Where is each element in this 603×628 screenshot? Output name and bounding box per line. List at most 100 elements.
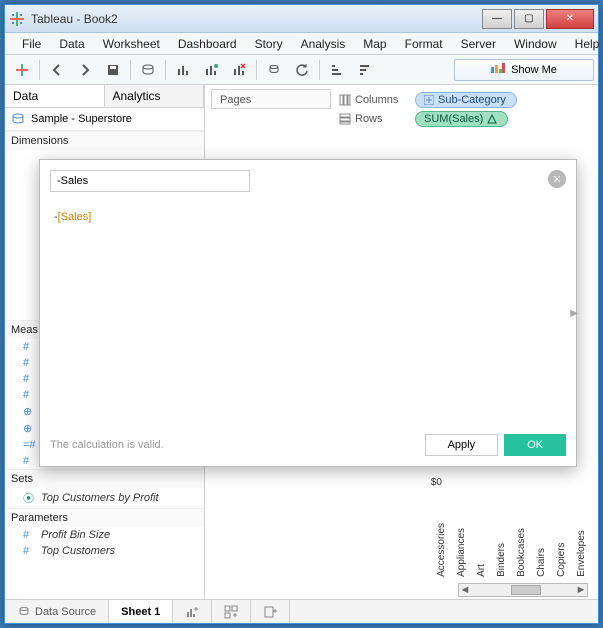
- number-icon: #: [23, 357, 35, 369]
- show-me-icon: [491, 63, 505, 76]
- datasource-name: Sample - Superstore: [31, 113, 132, 125]
- menu-map[interactable]: Map: [354, 35, 395, 53]
- calc-status: The calculation is valid.: [50, 439, 419, 451]
- toolbar-separator: [39, 60, 40, 80]
- cat-label: Chairs: [536, 523, 552, 577]
- sets-header: Sets: [5, 469, 204, 488]
- new-worksheet-button[interactable]: [170, 58, 196, 82]
- new-datasource-button[interactable]: [135, 58, 161, 82]
- rows-label: Rows: [339, 113, 409, 125]
- category-labels: Accessories Appliances Art Binders Bookc…: [436, 523, 592, 577]
- set-icon: ⦿: [23, 490, 35, 506]
- shelf-area: Pages Columns Sub-Category Rows: [205, 85, 598, 134]
- duplicate-button[interactable]: [198, 58, 224, 82]
- datasource-icon: [11, 112, 25, 126]
- rows-pill[interactable]: SUM(Sales): [415, 111, 508, 127]
- horizontal-scrollbar[interactable]: ◄ ►: [458, 583, 588, 597]
- new-worksheet-tab[interactable]: [173, 600, 212, 623]
- titlebar: Tableau - Book2 — ▢ ✕: [5, 5, 598, 33]
- menu-server[interactable]: Server: [452, 35, 505, 53]
- cat-label: Accessories: [436, 523, 452, 577]
- parameters-header: Parameters: [5, 508, 204, 527]
- dimensions-header: Dimensions: [5, 131, 204, 150]
- datasource-row[interactable]: Sample - Superstore: [5, 108, 204, 131]
- scroll-left-arrow[interactable]: ◄: [459, 584, 471, 596]
- new-story-tab[interactable]: [251, 600, 290, 623]
- close-button[interactable]: ✕: [546, 9, 594, 29]
- delta-icon: [487, 114, 497, 124]
- app-icon: [9, 11, 25, 27]
- menu-dashboard[interactable]: Dashboard: [169, 35, 246, 53]
- save-button[interactable]: [100, 58, 126, 82]
- menu-analysis[interactable]: Analysis: [292, 35, 355, 53]
- chart-axis-area: $0 Accessories Appliances Art Binders Bo…: [425, 477, 592, 597]
- cat-label: Art: [476, 523, 492, 577]
- clear-button[interactable]: [226, 58, 252, 82]
- columns-label: Columns: [339, 94, 409, 106]
- dialog-footer: The calculation is valid. Apply OK: [50, 434, 566, 456]
- number-icon: #: [23, 545, 35, 557]
- toolbar-separator: [256, 60, 257, 80]
- cat-label: Binders: [496, 523, 512, 577]
- maximize-button[interactable]: ▢: [514, 9, 544, 29]
- cat-label: Appliances: [456, 523, 472, 577]
- forward-button[interactable]: [72, 58, 98, 82]
- tableau-window: Tableau - Book2 — ▢ ✕ File Data Workshee…: [4, 4, 599, 624]
- scroll-right-arrow[interactable]: ►: [575, 584, 587, 596]
- dialog-close-button[interactable]: ✕: [548, 170, 566, 188]
- show-me-label: Show Me: [511, 64, 557, 76]
- menu-file[interactable]: File: [13, 35, 50, 53]
- calc-icon: =#: [23, 439, 35, 451]
- new-dashboard-tab[interactable]: [212, 600, 251, 623]
- side-tabs: Data Analytics: [5, 85, 204, 108]
- sheet-tab[interactable]: Sheet 1: [109, 600, 173, 623]
- toolbar-separator: [165, 60, 166, 80]
- tab-analytics[interactable]: Analytics: [105, 85, 205, 107]
- number-icon: #: [23, 389, 35, 401]
- swap-button[interactable]: [261, 58, 287, 82]
- calculation-dialog: ✕ -[Sales] ▶ The calculation is valid. A…: [39, 159, 577, 467]
- menubar: File Data Worksheet Dashboard Story Anal…: [5, 33, 598, 55]
- columns-shelf[interactable]: Columns Sub-Category: [339, 92, 592, 108]
- param-item[interactable]: Profit Bin Size: [41, 529, 110, 541]
- back-button[interactable]: [44, 58, 70, 82]
- ok-button[interactable]: OK: [504, 434, 566, 456]
- toolbar: Show Me: [5, 55, 598, 85]
- param-item[interactable]: Top Customers: [41, 545, 115, 557]
- expand-dialog-arrow[interactable]: ▶: [570, 308, 578, 319]
- menu-worksheet[interactable]: Worksheet: [94, 35, 169, 53]
- calc-name-input[interactable]: [50, 170, 250, 192]
- cat-label: Envelopes: [576, 523, 592, 577]
- geo-icon: ⊕: [23, 405, 35, 418]
- number-icon: #: [23, 455, 35, 467]
- tableau-logo-icon[interactable]: [9, 58, 35, 82]
- show-me-button[interactable]: Show Me: [454, 59, 594, 81]
- rows-shelf[interactable]: Rows SUM(Sales): [339, 111, 592, 127]
- menu-help[interactable]: Help: [566, 35, 603, 53]
- menu-format[interactable]: Format: [396, 35, 452, 53]
- sort-asc-button[interactable]: [324, 58, 350, 82]
- calc-formula-editor[interactable]: -[Sales]: [50, 206, 566, 416]
- cat-label: Copiers: [556, 523, 572, 577]
- number-icon: #: [23, 341, 35, 353]
- scroll-thumb[interactable]: [511, 585, 541, 595]
- cat-label: Bookcases: [516, 523, 532, 577]
- number-icon: #: [23, 529, 35, 541]
- apply-button[interactable]: Apply: [425, 434, 499, 456]
- columns-pill[interactable]: Sub-Category: [415, 92, 517, 108]
- refresh-button[interactable]: [289, 58, 315, 82]
- new-story-icon: [263, 605, 277, 619]
- data-source-tab[interactable]: Data Source: [5, 600, 109, 623]
- y-tick: $0: [431, 477, 442, 488]
- datasource-tab-icon: [17, 605, 31, 619]
- new-dashboard-icon: [224, 605, 238, 619]
- pages-shelf[interactable]: Pages: [211, 89, 331, 109]
- tab-data[interactable]: Data: [5, 85, 105, 107]
- toolbar-separator: [319, 60, 320, 80]
- sort-desc-button[interactable]: [352, 58, 378, 82]
- minimize-button[interactable]: —: [482, 9, 512, 29]
- menu-story[interactable]: Story: [246, 35, 292, 53]
- menu-window[interactable]: Window: [505, 35, 566, 53]
- set-item[interactable]: Top Customers by Profit: [41, 492, 159, 504]
- menu-data[interactable]: Data: [50, 35, 93, 53]
